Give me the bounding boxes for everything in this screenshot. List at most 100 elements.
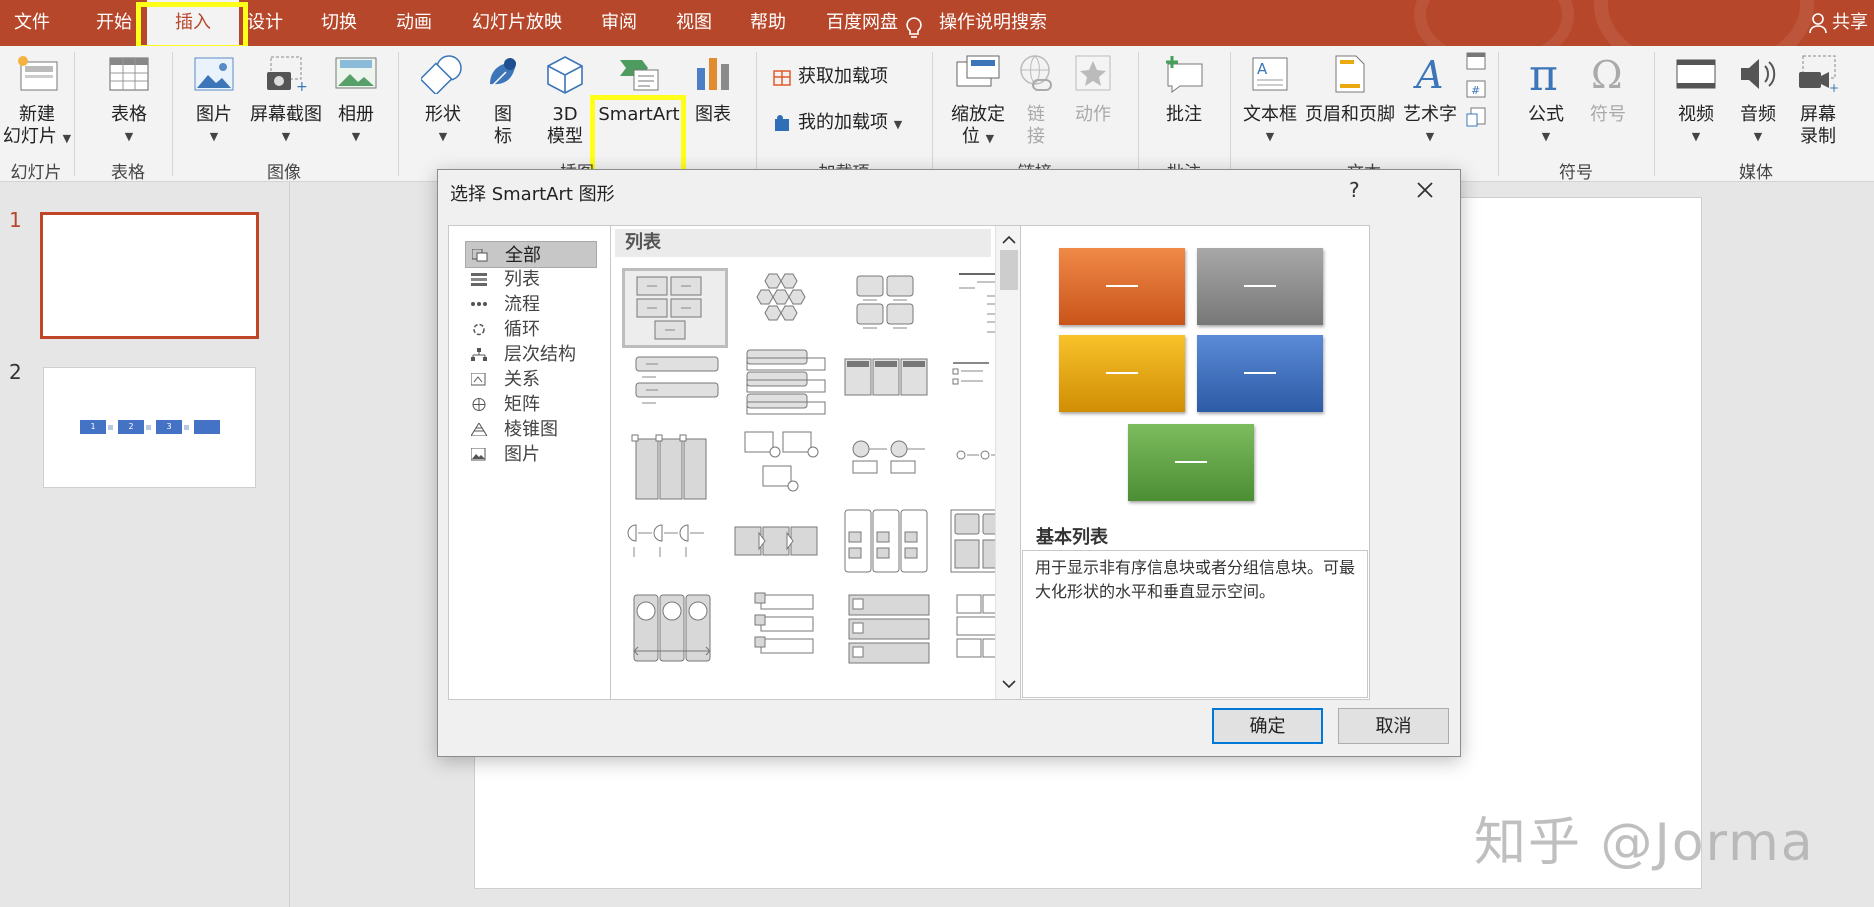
comment-button[interactable]: 批注 [1156,54,1212,126]
layout-arrow-list[interactable] [731,511,837,591]
link-label: 链 [1027,104,1045,125]
category-all[interactable]: 全部 [465,241,597,268]
close-button[interactable] [1413,178,1437,202]
layout-grouped-list[interactable] [839,268,945,348]
tab-design[interactable]: 设计 [247,0,283,46]
group-label-symbols: 符号 [1559,163,1593,183]
tell-me-search[interactable]: 操作说明搜索 [905,0,1047,46]
screenshot-button[interactable]: + 屏幕截图 ▼ [246,54,326,148]
screen-recording-button[interactable]: + 屏幕 录制 [1792,54,1844,148]
share-button[interactable]: 共享 [1808,0,1868,46]
layout-bending-picture-list[interactable] [622,591,728,671]
cancel-button[interactable]: 取消 [1338,708,1449,744]
layout-hexagon-list[interactable] [731,268,837,348]
pi-icon: π [1529,50,1558,101]
textbox-button[interactable]: A 文本框 ▼ [1240,54,1300,148]
zoom-button[interactable]: 缩放定 位 ▼ [944,54,1012,150]
category-label: 流程 [504,294,540,315]
picture-button[interactable]: 图片 ▼ [188,54,240,148]
gallery-scrollbar[interactable] [995,226,1020,699]
link-button[interactable]: 链 接 [1012,54,1060,148]
shapes-button[interactable]: 形状 ▼ [418,54,468,148]
svg-text:+: + [296,79,307,94]
category-list-item[interactable]: 列表 [465,266,597,293]
preview-description: 用于显示非有序信息块或者分组信息块。可最大化形状的水平和垂直显示空间。 [1022,550,1368,698]
help-button[interactable]: ? [1349,178,1360,202]
header-footer-button[interactable]: 页眉和页脚 [1302,54,1398,126]
audio-button[interactable]: 音频 ▼ [1732,54,1784,148]
bar-chart-icon [697,58,729,90]
layout-tab-list[interactable] [731,591,837,671]
person-icon [1809,13,1827,34]
category-label: 循环 [504,319,540,340]
comment-icon [1166,56,1203,93]
tab-baidu-netdisk[interactable]: 百度网盘 [826,0,898,46]
video-label: 视频 [1678,104,1714,125]
tab-view[interactable]: 视图 [676,0,712,46]
layout-horizontal-bullet-list[interactable] [839,351,945,431]
store-icon [772,67,792,87]
tab-transitions[interactable]: 切换 [321,0,357,46]
lightbulb-icon [905,12,923,38]
highlight-insert-tab [136,2,248,50]
wordart-button[interactable]: A 艺术字 ▼ [1400,53,1460,148]
icons-button[interactable]: 图 标 [480,54,526,148]
layout-preview: 基本列表 用于显示非有序信息块或者分组信息块。可最大化形状的水平和垂直显示空间。 [1020,225,1370,700]
photo-album-button[interactable]: 相册 ▼ [332,54,380,148]
tab-slideshow[interactable]: 幻灯片放映 [472,0,562,46]
layout-table-list[interactable] [622,431,728,511]
chevron-down-icon [1002,680,1016,689]
share-label: 共享 [1832,12,1868,33]
tab-animations[interactable]: 动画 [396,0,432,46]
chart-button[interactable]: 图表 [692,54,734,126]
get-addins-button[interactable]: 获取加载项 [772,66,912,88]
slide-number-icon: # [1466,80,1486,98]
layout-circle-accent-list[interactable] [839,431,945,511]
layout-basic-list[interactable] [622,268,728,348]
text-more-buttons[interactable]: # [1462,50,1490,134]
tab-review[interactable]: 审阅 [601,0,637,46]
category-hierarchy[interactable]: 层次结构 [465,341,597,368]
video-button[interactable]: 视频 ▼ [1670,54,1722,148]
slide-number-2: 2 [9,360,22,384]
cycle-icon [473,323,485,336]
my-addins-button[interactable]: 我的加载项 ▼ [772,112,922,136]
3d-models-button[interactable]: 3D 模型 [540,54,590,148]
symbol-button[interactable]: Ω 符号 [1580,53,1636,126]
category-matrix[interactable]: 矩阵 [465,391,597,418]
category-relationship[interactable]: 关系 [465,366,597,393]
equation-button[interactable]: π 公式 ▼ [1518,50,1574,148]
screen-recording-label-2: 录制 [1800,126,1836,147]
category-label: 图片 [504,444,540,465]
action-button[interactable]: 动作 [1066,54,1120,126]
slide-thumbnail-1[interactable] [40,212,259,339]
layout-vertical-box-list[interactable] [731,346,837,426]
category-label: 全部 [505,245,541,266]
icons-label-2: 标 [494,126,512,147]
layout-vertical-block-list[interactable] [839,506,945,586]
scrollbar-thumb[interactable] [1000,250,1018,290]
picture-icon [471,448,486,461]
category-pyramid[interactable]: 棱锥图 [465,416,597,443]
tab-help[interactable]: 帮助 [750,0,786,46]
layout-picture-caption-list[interactable] [731,426,837,506]
slide-thumbnail-2[interactable]: 1 2 3 [43,367,256,488]
category-process[interactable]: 流程 [465,291,597,318]
group-separator [74,52,75,176]
tab-home[interactable]: 开始 [96,0,132,46]
category-cycle[interactable]: 循环 [465,316,597,343]
table-button[interactable]: 表格 ▼ [98,54,160,148]
layout-segmented-list[interactable] [839,591,945,671]
layout-half-circle-list[interactable] [622,511,728,591]
category-picture[interactable]: 图片 [465,441,597,468]
3d-models-label: 3D [552,104,578,125]
tab-file[interactable]: 文件 [14,0,50,46]
preview-shape-4 [1197,335,1323,412]
layout-vertical-bullet-list[interactable] [622,351,728,431]
ok-button[interactable]: 确定 [1212,708,1323,744]
smartart-dialog: 选择 SmartArt 图形 ? 全部 列表 流程 循环 层次结构 关系 矩阵 … [437,169,1461,757]
new-slide-button[interactable]: 新建 幻灯片 ▼ [2,54,72,150]
dialog-title: 选择 SmartArt 图形 [450,184,615,205]
layout-gallery: 列表 [610,225,1021,700]
symbol-label: 符号 [1590,104,1626,125]
